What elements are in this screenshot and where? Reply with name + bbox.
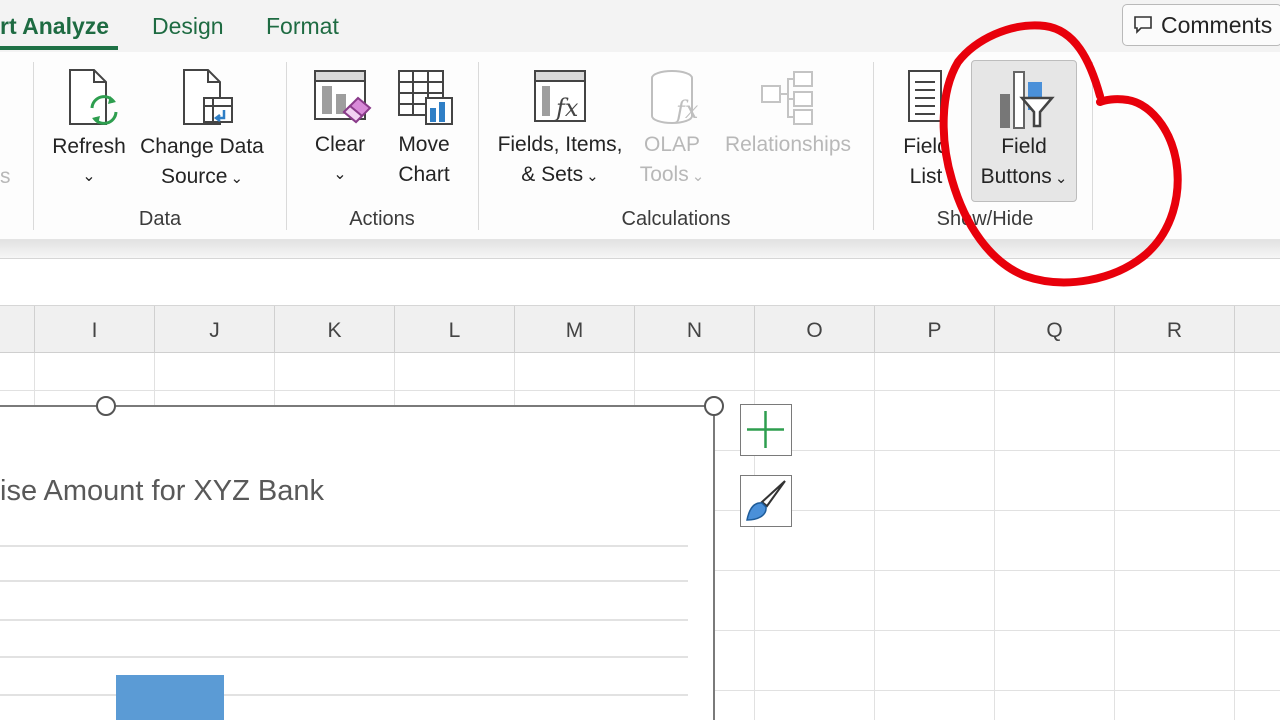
fields-items-sets-icon: fx [534,70,586,122]
ribbon-shadow [0,240,1280,258]
group-label-actions: Actions [349,208,415,230]
olap-tools-icon: fx [651,70,699,124]
ribbon: s Refresh ⌄ Change Data Source ⌄ Data Cl… [0,52,1280,240]
refresh-icon [69,69,118,125]
field-buttons-chevron-icon: ⌄ [1054,170,1068,187]
field-buttons-text: Field Buttons ⌄ [972,132,1076,194]
plus-icon [747,411,784,448]
truncated-command-label: s [0,165,11,188]
chart-resize-handle-top-right[interactable] [704,396,724,416]
chart-plot-area [0,545,688,720]
group-label-calculations: Calculations [621,208,731,230]
clear-label: Clear [314,133,366,156]
column-header-p[interactable]: P [875,306,995,353]
excel-window: rt Analyze Design Format Comments s Refr… [0,0,1280,720]
refresh-chevron-icon: ⌄ [82,168,96,185]
group-separator [478,62,479,230]
formula-bar-area[interactable] [0,258,1280,306]
column-header-i[interactable]: I [35,306,155,353]
chart-title[interactable]: ise Amount for XYZ Bank [0,475,324,508]
change-data-source-label: Change Data [140,135,264,158]
clear-button[interactable]: Clear ⌄ [304,130,376,190]
chart-resize-handle-top[interactable] [96,396,116,416]
column-header-l[interactable]: L [395,306,515,353]
gridline [874,353,875,720]
clear-chevron-icon: ⌄ [333,166,347,183]
comment-icon [1134,16,1152,34]
relationships-icon [761,71,813,125]
pivot-chart[interactable] [0,405,715,720]
field-list-icon [908,70,942,122]
olap-tools-button[interactable]: OLAP Tools ⌄ [636,130,708,192]
active-tab-underline [0,46,118,50]
move-chart-icon [398,70,453,125]
field-list-label: Field [903,135,949,158]
olap-tools-label-2: Tools [639,163,689,186]
olap-tools-chevron-icon: ⌄ [691,168,705,185]
ribbon-tab-bar: rt Analyze Design Format Comments [0,0,1280,52]
relationships-label: Relationships [724,133,852,156]
column-header-j[interactable]: J [155,306,275,353]
gridline [0,390,1280,391]
column-header-k[interactable]: K [275,306,395,353]
refresh-label: Refresh [52,135,126,158]
column-header-h[interactable] [0,306,35,353]
tab-format[interactable]: Format [266,12,339,40]
move-chart-label-2: Chart [398,163,450,186]
column-header-o[interactable]: O [755,306,875,353]
column-header-r[interactable]: R [1115,306,1235,353]
fields-items-sets-label: Fields, Items, [497,133,623,156]
group-label-data: Data [138,208,182,230]
tab-pivotchart-analyze[interactable]: rt Analyze [0,12,109,40]
change-data-source-chevron-icon: ⌄ [230,170,244,187]
tab-design[interactable]: Design [152,12,224,40]
svg-text:fx: fx [554,94,579,122]
chart-styles-button[interactable] [740,475,792,527]
refresh-button[interactable]: Refresh ⌄ [52,132,126,192]
svg-text:fx: fx [674,96,699,124]
field-buttons-icon [1000,71,1055,129]
fields-items-sets-label-2: & Sets [521,163,584,186]
field-list-label-2: List [909,165,943,188]
column-header-n[interactable]: N [635,306,755,353]
paintbrush-icon [746,480,786,521]
move-chart-label: Move [398,133,450,156]
column-header-m[interactable]: M [515,306,635,353]
gridline [994,353,995,720]
field-list-button[interactable]: Field List [894,132,958,192]
comments-label: Comments [1161,12,1273,38]
move-chart-button[interactable]: Move Chart [388,130,460,190]
column-header-q[interactable]: Q [995,306,1115,353]
field-buttons-label: Field [1001,135,1047,158]
comments-button[interactable]: Comments [1122,4,1280,46]
change-data-source-label-2: Source [160,165,228,188]
group-label-show-hide: Show/Hide [936,208,1034,230]
clear-icon [314,70,372,124]
group-separator [286,62,287,230]
olap-tools-label: OLAP [643,133,701,156]
group-separator [33,62,34,230]
relationships-button[interactable]: Relationships [718,130,858,160]
change-data-source-icon [183,69,233,125]
group-separator [1092,62,1093,230]
group-separator [873,62,874,230]
chart-elements-button[interactable] [740,404,792,456]
fields-items-sets-chevron-icon: ⌄ [586,168,599,185]
field-buttons-label-2: Buttons [980,165,1052,188]
fields-items-sets-button[interactable]: Fields, Items, & Sets ⌄ [494,130,626,192]
gridline [1114,353,1115,720]
gridline [1234,353,1235,720]
change-data-source-button[interactable]: Change Data Source ⌄ [138,132,266,194]
chart-bar [116,675,224,720]
column-header-row: I J K L M N O P Q R [0,306,1280,353]
